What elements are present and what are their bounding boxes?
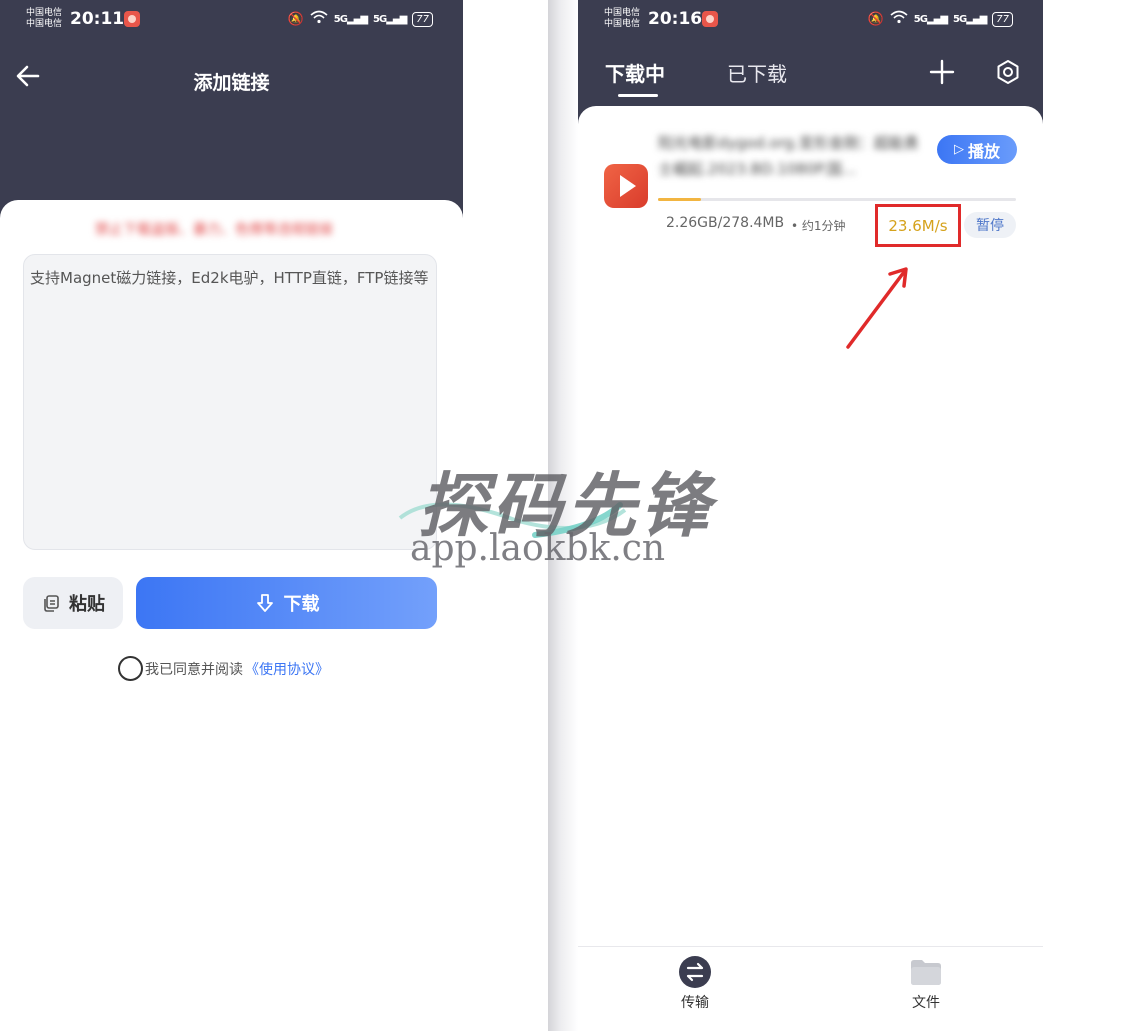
wifi-icon: [890, 10, 908, 28]
status-icons: 🔕 5G▂▄▆ 5G▂▄▆ 77: [868, 10, 1013, 28]
add-task-button[interactable]: [928, 58, 958, 88]
page-title: 添加链接: [193, 72, 270, 94]
progress-fill: [658, 198, 701, 201]
signal-label: 5G: [373, 13, 387, 25]
agreement-row: 我已同意并阅读 《使用协议》: [118, 656, 329, 681]
carrier-labels: 中国电信 中国电信: [604, 8, 640, 30]
status-icons: 🔕 5G▂▄▆ 5G▂▄▆ 77: [288, 10, 433, 28]
settings-button[interactable]: [994, 58, 1024, 88]
gear-icon: [997, 60, 1019, 84]
play-button[interactable]: ▷ 播放: [937, 135, 1017, 164]
download-button[interactable]: 下载: [136, 577, 437, 629]
tab-downloading[interactable]: 下载中: [605, 58, 665, 87]
download-label: 下载: [283, 594, 320, 615]
carrier-label: 中国电信: [26, 19, 63, 29]
app-notification-icon: [124, 11, 140, 27]
carrier-label: 中国电信: [604, 8, 641, 18]
bottom-nav-divider: [578, 946, 1043, 947]
speed-text: 23.6M/s: [888, 216, 948, 235]
signal-icon: 5G▂▄▆: [333, 13, 368, 25]
status-time: 20:16: [648, 9, 703, 29]
plus-icon: [929, 59, 955, 85]
nav-files-label: 文件: [912, 995, 940, 1011]
speed-highlight-box: 23.6M/s: [875, 204, 961, 247]
wifi-icon: [310, 10, 328, 28]
signal-label: 5G: [333, 13, 348, 25]
add-link-screen: 中国电信 中国电信 20:11 🔕 5G▂▄▆ 5G▂▄▆ 77 添加链接 禁止…: [0, 0, 463, 1031]
signal-label: 5G: [953, 13, 967, 25]
status-bar: 中国电信 中国电信 20:11 🔕 5G▂▄▆ 5G▂▄▆ 77: [0, 0, 463, 40]
signal-icon: 5G▂▄▆: [953, 13, 987, 25]
folder-icon: [911, 960, 941, 985]
link-input-box[interactable]: [23, 254, 437, 550]
eta-text: • 约1分钟: [791, 219, 846, 233]
status-bar: 中国电信 中国电信 20:16 🔕 5G▂▄▆ 5G▂▄▆ 77: [578, 0, 1043, 40]
transfer-icon: [679, 956, 711, 988]
annotation-arrow-icon: [846, 267, 908, 349]
download-arrow-icon: [256, 594, 273, 612]
play-label: 播放: [967, 141, 1000, 161]
active-tab-indicator: [618, 94, 658, 97]
app-notification-icon: [702, 11, 718, 27]
tab-downloaded[interactable]: 已下载: [727, 58, 787, 87]
nav-transfer-label: 传输: [681, 995, 709, 1011]
carrier-labels: 中国电信 中国电信: [26, 8, 62, 30]
battery-icon: 77: [412, 11, 433, 27]
status-time: 20:11: [70, 9, 125, 29]
link-input[interactable]: [30, 267, 430, 537]
nav-transfer[interactable]: 传输: [655, 955, 735, 1012]
bell-off-icon: 🔕: [867, 11, 884, 27]
agreement-link[interactable]: 《使用协议》: [245, 659, 329, 679]
paste-label: 粘贴: [69, 594, 105, 615]
agree-text: 我已同意并阅读: [145, 661, 243, 678]
signal-icon: 5G▂▄▆: [913, 13, 948, 25]
agree-radio[interactable]: [118, 656, 143, 681]
video-file-icon: [604, 164, 648, 208]
download-progress: [658, 198, 1016, 201]
task-title[interactable]: 阳光电影dygod.org.变形金刚：超能勇士崛起.2023.BD.1080P.…: [658, 130, 920, 182]
watermark-url: app.laokbk.cn: [410, 528, 666, 569]
carrier-label: 中国电信: [604, 19, 641, 29]
clipboard-icon: [44, 595, 59, 612]
pause-button[interactable]: 暂停: [964, 212, 1016, 238]
warning-notice: 禁止下载盗版、暴力、色情等违规链接: [95, 222, 333, 238]
nav-files[interactable]: 文件: [886, 955, 966, 1012]
signal-icon: 5G▂▄▆: [373, 13, 407, 25]
paste-button[interactable]: 粘贴: [23, 577, 123, 629]
bell-off-icon: 🔕: [287, 11, 304, 27]
size-text: 2.26GB/278.4MB: [666, 215, 785, 231]
signal-label: 5G: [913, 13, 928, 25]
battery-icon: 77: [992, 11, 1013, 27]
carrier-label: 中国电信: [26, 8, 63, 18]
play-icon: ▷: [953, 142, 964, 157]
